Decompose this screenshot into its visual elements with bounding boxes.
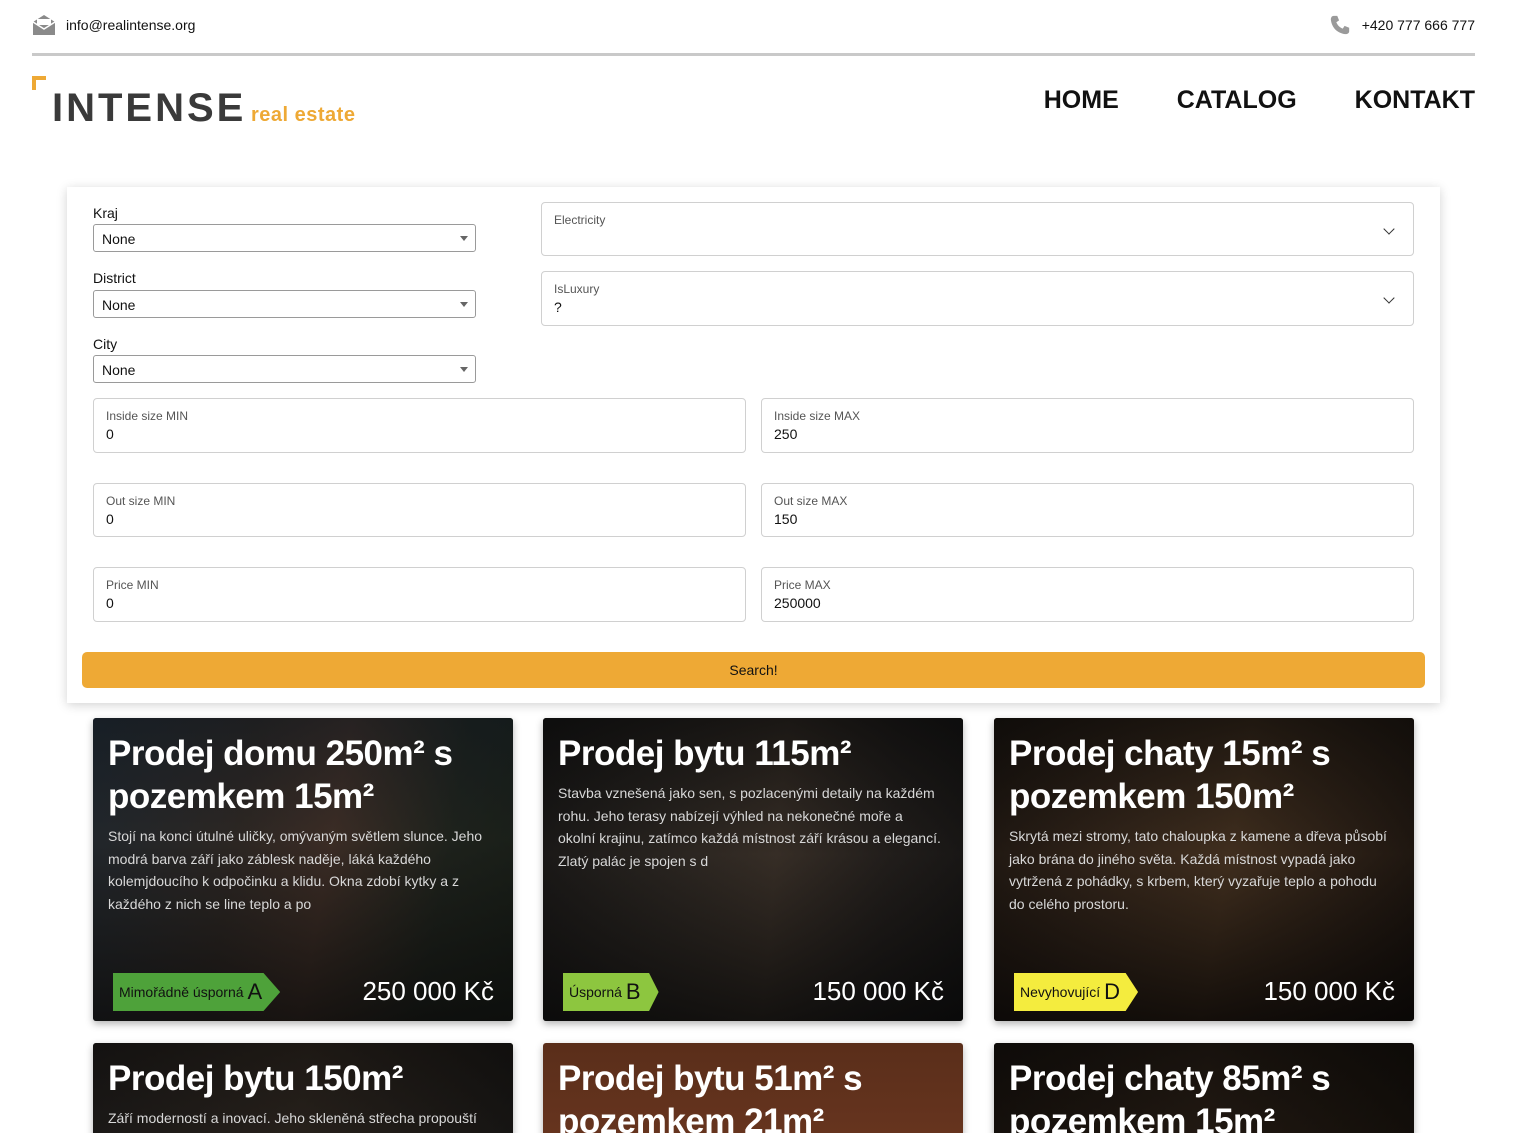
- listing-price: 150 000 Kč: [812, 976, 944, 1006]
- city-select-value: None: [102, 362, 136, 378]
- isluxury-label: IsLuxury: [554, 282, 600, 296]
- listing-title: Prodej bytu 115m²: [558, 734, 851, 773]
- email-contact[interactable]: info@realintense.org: [32, 14, 195, 36]
- listing-card[interactable]: Prodej domu 250m² s pozemkem 15m² Stojí …: [93, 718, 513, 1021]
- logo-sub-text: real estate: [251, 104, 356, 126]
- price-max-value[interactable]: 250000: [774, 595, 821, 611]
- listing-description: Stojí na konci útulné uličky, omývaným s…: [108, 828, 483, 912]
- nav-home[interactable]: HOME: [1044, 86, 1119, 115]
- district-label: District: [93, 270, 136, 286]
- out-size-min-input[interactable]: Out size MIN 0: [93, 483, 746, 537]
- inside-size-min-input[interactable]: Inside size MIN 0: [93, 398, 746, 453]
- district-select-value: None: [102, 297, 136, 313]
- energy-badge: Nevyhovující D: [1014, 973, 1139, 1011]
- isluxury-value: ?: [554, 299, 562, 315]
- energy-badge: Úsporná B: [563, 973, 659, 1011]
- caret-down-icon: [460, 236, 468, 241]
- listing-price: 250 000 Kč: [362, 976, 494, 1006]
- listing-title: Prodej chaty 15m² s pozemkem 150m²: [1009, 734, 1331, 816]
- listing-description: Skrytá mezi stromy, tato chaloupka z kam…: [1009, 828, 1387, 912]
- filter-panel: Kraj None District None City None Electr…: [67, 187, 1440, 703]
- nav-contact[interactable]: KONTAKT: [1355, 86, 1475, 115]
- kraj-label: Kraj: [93, 205, 118, 221]
- inside-size-max-label: Inside size MAX: [774, 409, 861, 423]
- listing-title: Prodej bytu 150m²: [108, 1059, 403, 1098]
- isluxury-select[interactable]: IsLuxury ?: [541, 271, 1414, 326]
- nav-catalog[interactable]: CATALOG: [1177, 86, 1297, 115]
- logo-corner-mark: [32, 76, 46, 90]
- energy-label: Úsporná: [569, 984, 622, 1000]
- district-select[interactable]: None: [93, 290, 476, 318]
- site-logo[interactable]: INTENSE real estate: [32, 76, 372, 132]
- caret-down-icon: [460, 367, 468, 372]
- envelope-icon: [32, 15, 56, 35]
- phone-text[interactable]: +420 777 666 777: [1362, 17, 1475, 33]
- phone-contact[interactable]: +420 777 666 777: [1328, 14, 1475, 36]
- listing-card[interactable]: Prodej chaty 15m² s pozemkem 150m² Skryt…: [994, 718, 1414, 1021]
- energy-grade: B: [625, 979, 641, 1004]
- city-label: City: [93, 336, 118, 352]
- out-size-max-value[interactable]: 150: [774, 511, 797, 527]
- listing-description: Stavba vznešená jako sen, s pozlacenými …: [558, 785, 941, 869]
- kraj-select-value: None: [102, 231, 136, 247]
- email-text[interactable]: info@realintense.org: [66, 17, 195, 33]
- energy-grade: A: [247, 979, 263, 1004]
- chevron-down-icon: [1383, 223, 1395, 235]
- price-min-input[interactable]: Price MIN 0: [93, 567, 746, 622]
- out-size-max-input[interactable]: Out size MAX 150: [761, 483, 1414, 537]
- energy-badge: Mimořádně úsporná A: [113, 973, 281, 1011]
- listing-card[interactable]: Prodej bytu 115m² Stavba vznešená jako s…: [543, 718, 963, 1021]
- search-button[interactable]: Search!: [82, 652, 1425, 688]
- listing-title: Prodej bytu 51m² s pozemkem 21m²: [558, 1059, 863, 1133]
- out-size-min-label: Out size MIN: [106, 494, 176, 508]
- energy-grade: D: [1104, 979, 1121, 1004]
- listing-card[interactable]: Prodej chaty 85m² s pozemkem 15m²: [994, 1043, 1414, 1133]
- chevron-down-icon: [1383, 292, 1395, 304]
- inside-size-min-value[interactable]: 0: [106, 426, 114, 442]
- inside-size-max-input[interactable]: Inside size MAX 250: [761, 398, 1414, 453]
- price-min-label: Price MIN: [106, 578, 159, 592]
- electricity-label: Electricity: [554, 213, 606, 227]
- listing-card[interactable]: Prodej bytu 150m² Září moderností a inov…: [93, 1043, 513, 1133]
- electricity-select[interactable]: Electricity: [541, 202, 1414, 256]
- price-max-label: Price MAX: [774, 578, 831, 592]
- energy-label: Mimořádně úsporná: [119, 984, 244, 1000]
- price-max-input[interactable]: Price MAX 250000: [761, 567, 1414, 622]
- listing-title: Prodej chaty 85m² s pozemkem 15m²: [1009, 1059, 1331, 1133]
- inside-size-min-label: Inside size MIN: [106, 409, 189, 423]
- price-min-value[interactable]: 0: [106, 595, 114, 611]
- inside-size-max-value[interactable]: 250: [774, 426, 797, 442]
- out-size-max-label: Out size MAX: [774, 494, 848, 508]
- phone-icon: [1330, 15, 1349, 35]
- caret-down-icon: [460, 302, 468, 307]
- kraj-select[interactable]: None: [93, 224, 476, 252]
- main-navigation: HOME CATALOG KONTAKT: [1044, 86, 1475, 115]
- top-contact-bar: info@realintense.org +420 777 666 777: [32, 0, 1475, 56]
- city-select[interactable]: None: [93, 355, 476, 383]
- listing-title: Prodej domu 250m² s pozemkem 15m²: [108, 734, 453, 816]
- listing-card[interactable]: Prodej bytu 51m² s pozemkem 21m²: [543, 1043, 963, 1133]
- listing-description: Září moderností a inovací. Jeho skleněná…: [108, 1110, 477, 1126]
- out-size-min-value[interactable]: 0: [106, 511, 114, 527]
- energy-label: Nevyhovující: [1020, 984, 1101, 1000]
- logo-main-text: INTENSE: [52, 86, 247, 130]
- listing-price: 150 000 Kč: [1263, 976, 1395, 1006]
